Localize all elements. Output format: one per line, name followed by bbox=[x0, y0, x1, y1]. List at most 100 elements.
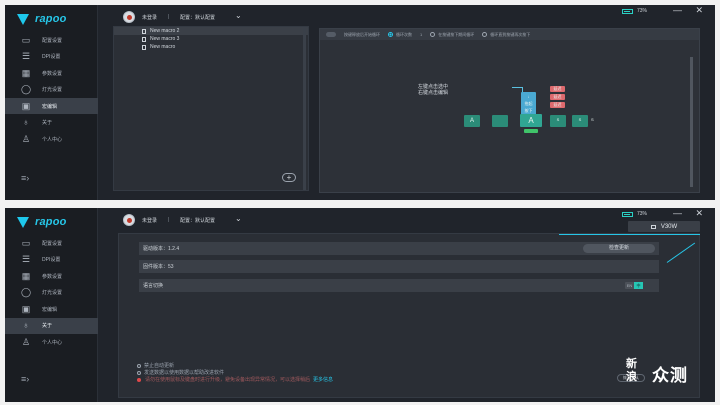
hint-line: 右键点击编辑 bbox=[418, 90, 449, 96]
rapoo-logo: rapoo bbox=[17, 215, 67, 229]
watermark-char: 浪 bbox=[626, 371, 637, 383]
avatar[interactable] bbox=[123, 214, 135, 226]
list-item[interactable]: New macro 3 bbox=[114, 35, 308, 43]
lang-en[interactable]: EN bbox=[625, 282, 634, 289]
profile-selector[interactable]: 配置：默认配置 bbox=[180, 14, 215, 21]
sidebar-item-dpi[interactable]: ☰ DPI设置 bbox=[5, 252, 98, 268]
about-panel: 驱动版本：1.2.4 检查更新 固件版本：53 语言切换 EN 中 禁止自动更新… bbox=[118, 233, 700, 398]
battery-icon bbox=[621, 8, 633, 14]
close-button[interactable]: ✕ bbox=[695, 5, 703, 16]
collapse-sidebar-icon[interactable]: ≡› bbox=[21, 173, 29, 183]
auto-update-option[interactable]: 禁止自动更新 bbox=[137, 362, 174, 369]
minimize-button[interactable]: — bbox=[673, 5, 682, 15]
logo-text: rapoo bbox=[35, 13, 67, 25]
more-info-link[interactable]: 更多信息 bbox=[313, 376, 333, 383]
logo-text: rapoo bbox=[35, 216, 67, 228]
file-icon bbox=[142, 28, 146, 34]
list-scrollbar[interactable] bbox=[303, 27, 306, 190]
macro-key[interactable]: A bbox=[464, 115, 480, 127]
sliders-icon: ☰ bbox=[21, 254, 31, 264]
macro-key[interactable]: 延迟 bbox=[550, 86, 565, 92]
sidebar-item-profile[interactable]: ♙ 个人中心 bbox=[5, 131, 98, 147]
battery-level: 73% bbox=[636, 211, 647, 217]
bulb-icon: ◯ bbox=[20, 287, 32, 297]
callout-line bbox=[512, 87, 522, 88]
user-icon: ♙ bbox=[21, 133, 31, 144]
sidebar-item-config[interactable]: ▭ 配置设置 bbox=[5, 235, 98, 251]
collapse-sidebar-icon[interactable]: ≡› bbox=[21, 374, 29, 384]
loop-option[interactable]: 按键释放后开始循环 bbox=[344, 32, 380, 38]
macro-key[interactable]: S bbox=[550, 115, 566, 127]
macro-key[interactable]: 延迟 bbox=[550, 94, 565, 100]
option-label: 循环直到按键再次按下 bbox=[490, 31, 531, 37]
option-label: 发送数据以使用数据以帮助改进软件 bbox=[144, 370, 225, 376]
user-status[interactable]: 未登录 bbox=[142, 217, 157, 224]
topbar: 未登录 | 配置：默认配置 ⌄ 73% — ✕ bbox=[98, 5, 715, 27]
loop-count: 1 bbox=[420, 32, 423, 37]
accent-line bbox=[559, 234, 700, 235]
macro-key[interactable]: S bbox=[572, 115, 588, 127]
user-status[interactable]: 未登录 bbox=[142, 14, 157, 21]
battery-indicator: 73% bbox=[621, 211, 647, 217]
chevron-down-icon[interactable]: ⌄ bbox=[235, 214, 242, 223]
loop-option[interactable]: 循环直到按键再次按下 bbox=[482, 32, 530, 38]
radio-icon bbox=[137, 363, 141, 368]
separator: | bbox=[168, 217, 170, 223]
watermark-icon: 新 浪 bbox=[626, 358, 652, 384]
edit-hint: 左键点击选中 右键点击编辑 bbox=[418, 84, 448, 96]
macro-key-selected[interactable]: A bbox=[520, 114, 542, 127]
sidebar-item-dpi[interactable]: ☰ DPI设置 bbox=[5, 49, 98, 65]
selection-marker bbox=[524, 129, 538, 133]
minimize-button[interactable]: — bbox=[673, 208, 682, 218]
driver-version: 驱动版本：1.2.4 bbox=[143, 246, 180, 252]
data-share-option[interactable]: 发送数据以使用数据以帮助改进软件 bbox=[137, 369, 224, 376]
sidebar: rapoo ▭ 配置设置 ☰ DPI设置 ▦ 参数设置 ◯ 灯光设置 ▣ 宏编辑 ♁ 关于 … bbox=[5, 5, 98, 200]
macro-key[interactable] bbox=[492, 115, 508, 127]
macro-name: New macro bbox=[150, 44, 176, 50]
lang-zh[interactable]: 中 bbox=[634, 282, 643, 289]
file-icon bbox=[142, 44, 146, 50]
loop-toggle[interactable] bbox=[326, 32, 336, 37]
sidebar-item-lighting[interactable]: ◯ 灯光设置 bbox=[5, 285, 98, 301]
profile-selector[interactable]: 配置：默认配置 bbox=[180, 217, 215, 224]
user-icon: ♙ bbox=[21, 336, 31, 347]
macro-key[interactable]: 延迟 bbox=[550, 102, 565, 108]
warning-icon bbox=[137, 377, 141, 382]
rapoo-logo: rapoo bbox=[17, 12, 67, 26]
language-switch[interactable]: EN 中 bbox=[625, 282, 643, 289]
loop-option[interactable]: 在按键按下期间循环 bbox=[430, 32, 474, 38]
sidebar-item-profile[interactable]: ♙ 个人中心 bbox=[5, 334, 98, 350]
watermark-char: 新 bbox=[626, 358, 637, 370]
thumb-icon: ♁ bbox=[22, 117, 30, 127]
file-icon bbox=[142, 36, 146, 42]
sidebar-item-config[interactable]: ▭ 配置设置 bbox=[5, 32, 98, 48]
sidebar-item-macro[interactable]: ▣ 宏编辑 bbox=[5, 98, 98, 114]
separator: | bbox=[168, 14, 170, 20]
sidebar-item-lighting[interactable]: ◯ 灯光设置 bbox=[5, 82, 98, 98]
sidebar-item-label: 关于 bbox=[42, 120, 53, 126]
check-update-button[interactable]: 检查更新 bbox=[583, 244, 655, 253]
sidebar-item-macro[interactable]: ▣ 宏编辑 bbox=[5, 301, 98, 317]
sidebar-item-about[interactable]: ♁ 关于 bbox=[5, 115, 98, 131]
avatar[interactable] bbox=[123, 11, 135, 23]
loop-count-input[interactable]: 1 bbox=[420, 32, 422, 37]
logo-mark-icon bbox=[17, 13, 29, 25]
list-item[interactable]: New macro bbox=[114, 43, 308, 51]
list-item[interactable]: New macro 2 bbox=[114, 27, 308, 35]
sidebar-nav: ▭ 配置设置 ☰ DPI设置 ▦ 参数设置 ◯ 灯光设置 ▣ 宏编辑 ♁ 关于 ♙ 个人中心 bbox=[5, 235, 98, 351]
radio-icon bbox=[388, 32, 393, 37]
editor-scrollbar[interactable] bbox=[690, 57, 693, 187]
battery-indicator: 73% bbox=[621, 8, 647, 14]
loop-options-bar: 按键释放后开始循环 循环次数 1 在按键按下期间循环 循环直到按键再次按下 bbox=[320, 29, 699, 40]
image-icon: ▣ bbox=[21, 100, 31, 111]
sidebar-item-params[interactable]: ▦ 参数设置 bbox=[5, 268, 98, 284]
sidebar-item-params[interactable]: ▦ 参数设置 bbox=[5, 65, 98, 81]
macro-name: New macro 2 bbox=[150, 28, 180, 34]
chevron-down-icon[interactable]: ⌄ bbox=[235, 11, 242, 20]
add-macro-button[interactable]: + bbox=[282, 173, 296, 182]
sidebar-item-about[interactable]: ♁ 关于 bbox=[5, 317, 98, 334]
sidebar-item-label: 宏编辑 bbox=[42, 306, 58, 313]
grid-icon: ▦ bbox=[21, 67, 31, 78]
close-button[interactable]: ✕ bbox=[695, 208, 703, 219]
loop-option[interactable]: 循环次数 bbox=[388, 32, 412, 38]
